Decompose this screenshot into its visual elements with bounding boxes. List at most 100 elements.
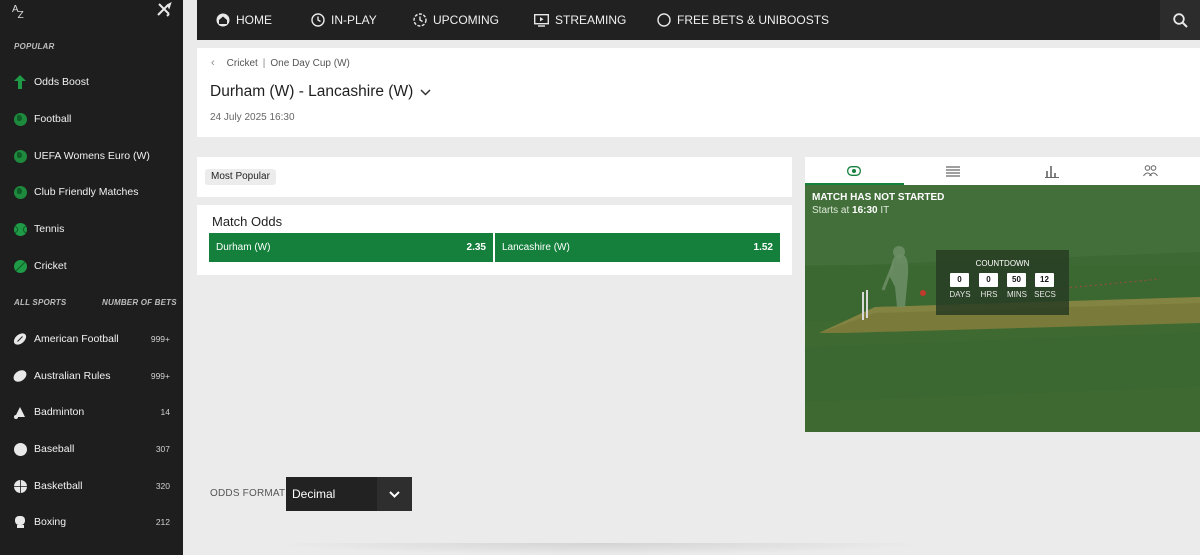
event-header: ‹ Cricket | One Day Cup (W) Durham (W) -… bbox=[197, 48, 1200, 137]
sidebar-item-cricket[interactable]: Cricket bbox=[0, 254, 183, 278]
breadcrumb-competition[interactable]: One Day Cup (W) bbox=[270, 58, 349, 69]
cricket-ball-icon bbox=[13, 259, 27, 273]
sidebar-item-label: Boxing bbox=[34, 516, 67, 528]
countdown-title: COUNTDOWN bbox=[975, 259, 1030, 268]
boxing-glove-icon bbox=[13, 515, 27, 529]
people-icon bbox=[1143, 165, 1159, 177]
sidebar-item-football[interactable]: Football bbox=[0, 107, 183, 131]
market-filter-bar: Most Popular bbox=[197, 157, 792, 197]
chevron-down-icon bbox=[377, 477, 412, 511]
nav-label: UPCOMING bbox=[433, 13, 499, 27]
bet-count: 320 bbox=[155, 481, 170, 491]
bar-chart-icon bbox=[1044, 165, 1059, 178]
breadcrumb: ‹ Cricket | One Day Cup (W) bbox=[211, 57, 350, 69]
circle-icon bbox=[657, 13, 671, 27]
az-bottom-letter: Z bbox=[17, 10, 24, 21]
sidebar-item-label: Tennis bbox=[34, 223, 65, 235]
starts-time: 16:30 bbox=[852, 205, 878, 216]
bet-count: 212 bbox=[155, 517, 170, 527]
market-title: Match Odds bbox=[212, 214, 283, 229]
event-title-dropdown[interactable]: Durham (W) - Lancashire (W) bbox=[210, 83, 431, 101]
sidebar-item-baseball[interactable]: Baseball 307 bbox=[0, 437, 183, 461]
sidebar-item-badminton[interactable]: Badminton 14 bbox=[0, 400, 183, 424]
event-date: 24 July 2025 16:30 bbox=[210, 112, 295, 123]
sidebar-item-label: American Football bbox=[34, 333, 119, 345]
pitch-view-icon bbox=[847, 166, 862, 176]
sidebar-item-label: Football bbox=[34, 113, 72, 125]
tab-pitch[interactable] bbox=[805, 157, 904, 185]
odds-format-select[interactable]: Decimal bbox=[286, 477, 412, 511]
home-icon bbox=[216, 13, 230, 27]
match-odds-card: Match Odds Durham (W) 2.35 Lancashire (W… bbox=[197, 205, 792, 275]
countdown-seconds-label: SECS bbox=[1034, 290, 1056, 299]
filter-most-popular[interactable]: Most Popular bbox=[205, 169, 276, 185]
bet-count: 307 bbox=[155, 444, 170, 454]
sidebar-header: AZ bbox=[0, 0, 183, 40]
sidebar-item-basketball[interactable]: Basketball 320 bbox=[0, 474, 183, 498]
tv-icon bbox=[534, 13, 549, 27]
bet-count: 14 bbox=[160, 407, 170, 417]
list-icon bbox=[946, 165, 961, 177]
odds-button-away[interactable]: Lancashire (W) 1.52 bbox=[495, 233, 780, 262]
upcoming-icon bbox=[413, 13, 427, 27]
american-football-icon bbox=[13, 332, 27, 346]
countdown-minutes: 50 bbox=[1007, 273, 1026, 287]
nav-streaming[interactable]: STREAMING bbox=[534, 0, 626, 40]
countdown-hours-label: HRS bbox=[980, 290, 998, 299]
popular-title: POPULAR bbox=[14, 42, 55, 51]
a-z-sort-icon[interactable]: AZ bbox=[12, 4, 25, 21]
sidebar-item-label: Odds Boost bbox=[34, 76, 89, 88]
sidebar-item-uefa-womens-euro[interactable]: UEFA Womens Euro (W) bbox=[0, 144, 183, 168]
nav-label: IN-PLAY bbox=[331, 13, 377, 27]
sidebar-item-tennis[interactable]: Tennis bbox=[0, 217, 183, 241]
tab-stats[interactable] bbox=[1003, 157, 1102, 185]
sidebar-item-label: Cricket bbox=[34, 260, 67, 272]
nav-free-bets[interactable]: FREE BETS & UNIBOOSTS bbox=[657, 0, 829, 40]
bet-count: 999+ bbox=[150, 334, 170, 344]
chevron-down-icon bbox=[420, 88, 431, 96]
visualisation-tabs bbox=[805, 157, 1200, 185]
starts-suffix: IT bbox=[877, 205, 890, 216]
countdown-panel: COUNTDOWN 0 0 50 12 DAYS HRS MINS SECS bbox=[936, 250, 1069, 315]
starts-prefix: Starts at bbox=[812, 205, 853, 216]
sidebar-item-label: Basketball bbox=[34, 480, 83, 492]
globe-icon bbox=[13, 185, 27, 199]
odds-format-label: ODDS FORMAT bbox=[210, 488, 286, 499]
sidebar-item-label: Baseball bbox=[34, 443, 75, 455]
sidebar-item-australian-rules[interactable]: Australian Rules 999+ bbox=[0, 364, 183, 388]
nav-upcoming[interactable]: UPCOMING bbox=[413, 0, 499, 40]
nav-label: FREE BETS & UNIBOOSTS bbox=[677, 13, 830, 27]
countdown-hours: 0 bbox=[979, 273, 998, 287]
nav-home[interactable]: HOME bbox=[216, 0, 272, 40]
sidebar-item-boxing[interactable]: Boxing 212 bbox=[0, 510, 183, 534]
sidebar-item-odds-boost[interactable]: Odds Boost bbox=[0, 70, 183, 94]
tab-lineups[interactable] bbox=[1101, 157, 1200, 185]
search-button[interactable] bbox=[1160, 0, 1200, 40]
globe-icon bbox=[13, 112, 27, 126]
odds-button-home[interactable]: Durham (W) 2.35 bbox=[209, 233, 493, 262]
bet-count: 999+ bbox=[150, 371, 170, 381]
top-navigation: HOME IN-PLAY UPCOMING STREAMING FREE BET… bbox=[197, 0, 1200, 40]
baseball-icon bbox=[13, 442, 27, 456]
nav-in-play[interactable]: IN-PLAY bbox=[311, 0, 377, 40]
sidebar-item-club-friendly[interactable]: Club Friendly Matches bbox=[0, 180, 183, 204]
sidebar-item-label: Club Friendly Matches bbox=[34, 186, 139, 198]
arrow-boost-icon bbox=[13, 75, 27, 89]
shuttlecock-icon bbox=[13, 405, 27, 419]
odds-format-value: Decimal bbox=[292, 487, 336, 501]
event-title: Durham (W) - Lancashire (W) bbox=[210, 83, 414, 100]
nav-label: HOME bbox=[236, 13, 272, 27]
tools-icon[interactable] bbox=[156, 2, 172, 18]
back-chevron-icon[interactable]: ‹ bbox=[211, 57, 215, 69]
nav-label: STREAMING bbox=[555, 13, 627, 27]
sidebar-item-american-football[interactable]: American Football 999+ bbox=[0, 327, 183, 351]
breadcrumb-sport[interactable]: Cricket bbox=[227, 58, 258, 69]
all-sports-title: ALL SPORTS bbox=[14, 298, 67, 307]
sidebar-item-label: UEFA Womens Euro (W) bbox=[34, 150, 150, 162]
match-visualisation: MATCH HAS NOT STARTED Starts at 16:30 IT… bbox=[805, 157, 1200, 432]
selection-price: 2.35 bbox=[466, 242, 486, 253]
sidebar-item-label: Badminton bbox=[34, 406, 85, 418]
match-start-time: Starts at 16:30 IT bbox=[812, 205, 889, 216]
countdown-days: 0 bbox=[950, 273, 969, 287]
tab-scorecard[interactable] bbox=[904, 157, 1003, 185]
